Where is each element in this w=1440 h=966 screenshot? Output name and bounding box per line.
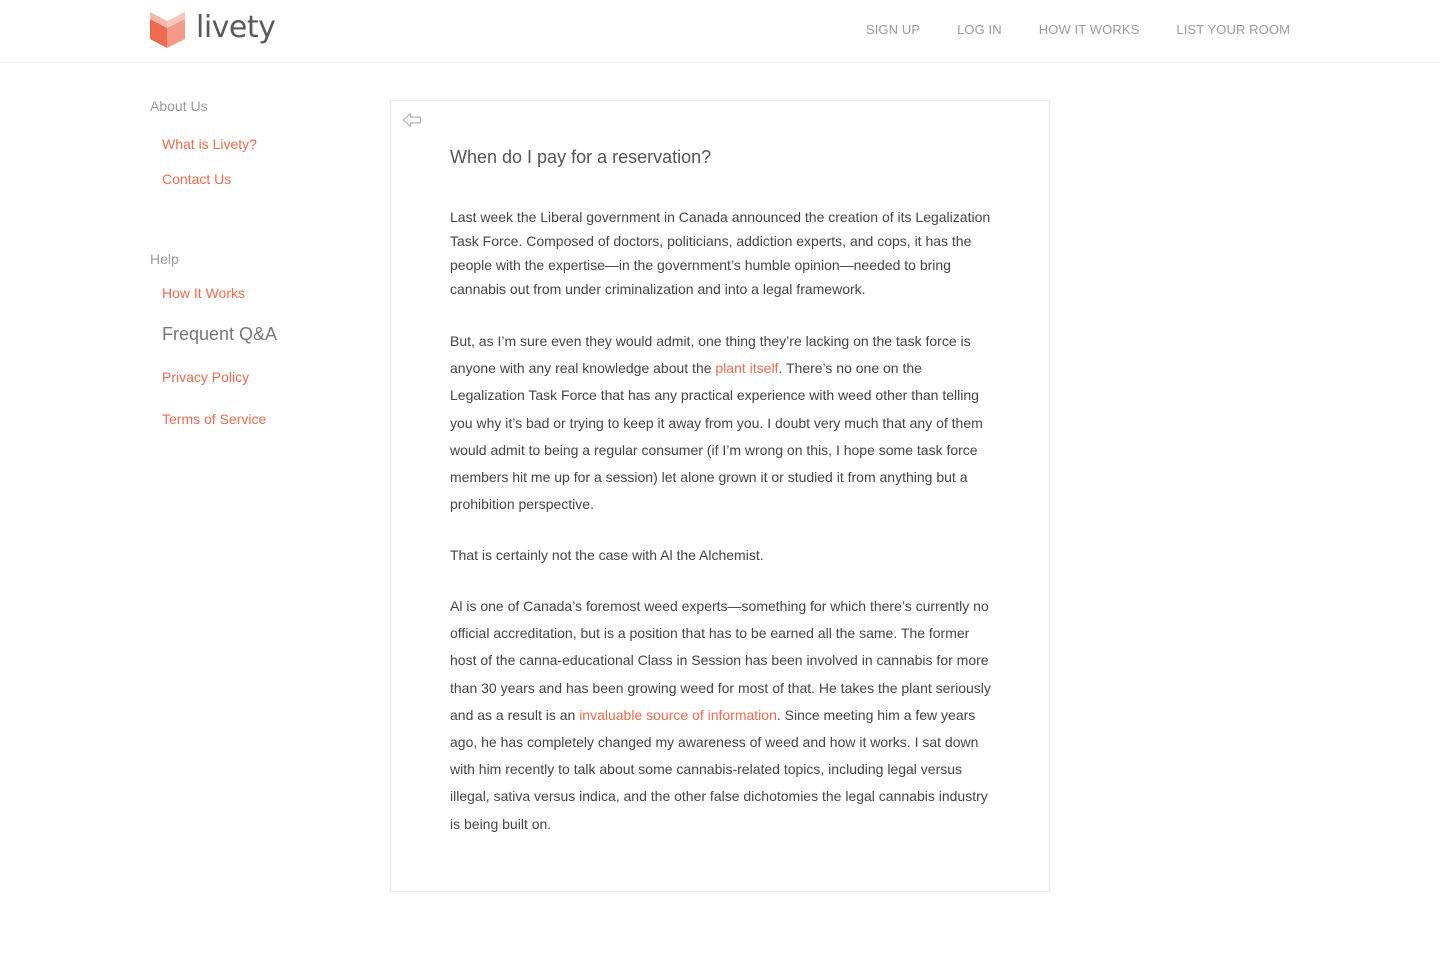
invaluable-source-link[interactable]: invaluable source of information (579, 707, 777, 723)
article-paragraph-4-text-a: Al is one of Canada’s foremost weed expe… (450, 598, 991, 723)
plant-itself-link[interactable]: plant itself (715, 360, 778, 376)
sidebar-item-privacy-policy[interactable]: Privacy Policy (162, 369, 249, 385)
nav-log-in[interactable]: LOG IN (957, 21, 1002, 39)
article-title: When do I pay for a reservation? (450, 147, 712, 167)
sidebar-heading-help: Help (150, 251, 179, 267)
article-card: When do I pay for a reservation? Last we… (390, 100, 1050, 892)
sidebar-heading-about: About Us (150, 98, 208, 114)
sidebar-item-what-is-livety[interactable]: What is Livety? (162, 136, 257, 152)
nav-sign-up[interactable]: SIGN UP (866, 21, 920, 39)
livety-logo-icon (150, 12, 185, 48)
article-paragraph-2: But, as I’m sure even they would admit, … (450, 328, 995, 518)
sidebar-item-terms-of-service[interactable]: Terms of Service (162, 411, 266, 427)
article-paragraph-4: Al is one of Canada’s foremost weed expe… (450, 593, 995, 838)
nav-list-your-room[interactable]: LIST YOUR ROOM (1176, 21, 1290, 39)
livety-logo[interactable]: livety (150, 10, 276, 48)
sidebar-item-contact-us[interactable]: Contact Us (162, 171, 231, 187)
back-arrow-icon[interactable] (402, 112, 422, 128)
article-paragraph-4-text-b: . Since meeting him a few years ago, he … (450, 706, 988, 832)
brand-name: livety (196, 10, 276, 45)
sidebar-item-frequent-qa[interactable]: Frequent Q&A (162, 324, 277, 345)
nav-how-it-works[interactable]: HOW IT WORKS (1039, 21, 1140, 39)
sidebar-item-how-it-works[interactable]: How It Works (162, 285, 245, 301)
article-paragraph-3: That is certainly not the case with Al t… (450, 547, 764, 563)
top-header: livety SIGN UP LOG IN HOW IT WORKS LIST … (0, 0, 1440, 63)
article-paragraph-2-text-b: . There’s no one on the Legalization Tas… (450, 360, 983, 513)
top-nav: SIGN UP LOG IN HOW IT WORKS LIST YOUR RO… (866, 21, 1290, 39)
article-paragraph-1: Last week the Liberal government in Cana… (450, 209, 991, 297)
